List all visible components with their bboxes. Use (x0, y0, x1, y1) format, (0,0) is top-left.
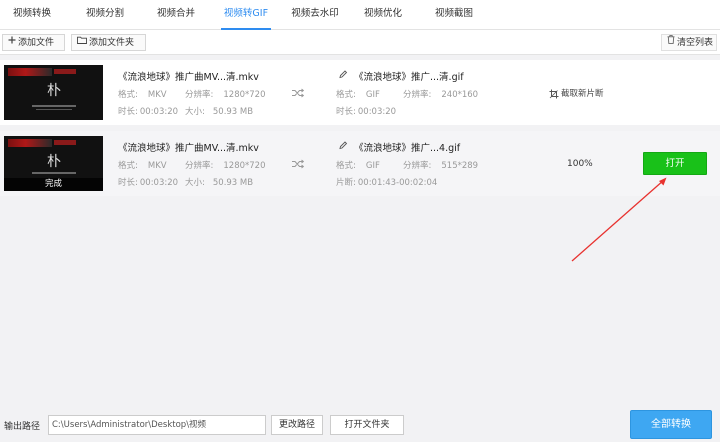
convert-all-button[interactable]: 全部转换 (630, 410, 712, 439)
thumbnail-caption-line (32, 105, 76, 107)
resolution-label: 分辨率: (185, 90, 214, 100)
status-badge: 完成 (4, 178, 103, 191)
format-value: GIF (365, 161, 380, 171)
size-value: 50.93 MB (212, 107, 254, 117)
thumbnail-calligraphy: 朴 (47, 154, 61, 170)
shuffle-icon (292, 159, 304, 169)
resolution-value: 515*289 (441, 161, 479, 171)
tab-video-convert[interactable]: 视频转换 (8, 0, 56, 30)
clip-new-segment-label: 截取新片断 (561, 89, 604, 99)
duration-value: 00:03:20 (139, 178, 179, 188)
progress-percent: 100% (567, 159, 593, 169)
open-button[interactable]: 打开 (643, 152, 707, 175)
source-format: 格式: MKV (118, 159, 167, 171)
file-row[interactable]: 朴 《流浪地球》推广曲MV...清.mkv 格式: MKV 分辨率: 1280*72… (0, 60, 720, 125)
output-duration: 时长: 00:03:20 (336, 105, 396, 117)
tab-bar: 视频转换 视频分割 视频合并 视频转GIF 视频去水印 视频优化 视频截图 (0, 0, 720, 30)
trash-icon (667, 35, 675, 50)
format-value: MKV (147, 90, 167, 100)
format-value: MKV (147, 161, 167, 171)
plus-icon (8, 35, 16, 50)
clip-value: 00:01:43-00:02:04 (357, 178, 438, 188)
source-duration: 时长: 00:03:20 (118, 105, 178, 117)
output-format: 格式: GIF (336, 159, 380, 171)
video-thumbnail: 朴 完成 (4, 136, 103, 191)
thumbnail-calligraphy: 朴 (47, 83, 61, 99)
clip-label: 片断: (336, 178, 356, 188)
format-label: 格式: (118, 161, 138, 171)
output-path-input[interactable]: C:\Users\Administrator\Desktop\视频 (48, 415, 266, 435)
output-file-name[interactable]: 《流浪地球》推广...4.gif (354, 140, 460, 154)
open-folder-button[interactable]: 打开文件夹 (330, 415, 404, 435)
tab-video-remove-watermark[interactable]: 视频去水印 (287, 0, 343, 30)
format-value: GIF (365, 90, 380, 100)
source-duration: 时长: 00:03:20 (118, 176, 178, 188)
add-file-button[interactable]: 添加文件 (2, 34, 65, 51)
output-path-label: 输出路径 (4, 422, 41, 432)
thumbnail-logo-accent (54, 69, 76, 74)
format-label: 格式: (336, 90, 356, 100)
source-file-name: 《流浪地球》推广曲MV...清.mkv (118, 72, 259, 83)
crop-icon (549, 89, 559, 98)
thumbnail-logo-accent (54, 140, 76, 145)
tab-video-merge[interactable]: 视频合并 (151, 0, 201, 30)
add-file-label: 添加文件 (18, 38, 55, 48)
source-size: 大小: 50.93 MB (185, 105, 253, 117)
resolution-value: 1280*720 (223, 90, 266, 100)
source-resolution: 分辨率: 1280*720 (185, 159, 265, 171)
source-format: 格式: MKV (118, 88, 167, 100)
thumbnail-logo (8, 68, 52, 76)
resolution-label: 分辨率: (403, 161, 432, 171)
thumbnail-logo (8, 139, 52, 147)
thumbnail-caption-line (36, 109, 72, 110)
resolution-value: 240*160 (441, 90, 479, 100)
source-resolution: 分辨率: 1280*720 (185, 88, 265, 100)
file-row[interactable]: 朴 完成 《流浪地球》推广曲MV...清.mkv 格式: MKV 分辨率: 1280… (0, 131, 720, 196)
clear-list-label: 清空列表 (677, 38, 714, 48)
format-label: 格式: (118, 90, 138, 100)
duration-label: 时长: (336, 107, 356, 117)
tab-video-screenshot[interactable]: 视频截图 (431, 0, 477, 30)
output-clip: 片断: 00:01:43-00:02:04 (336, 176, 437, 188)
video-thumbnail: 朴 (4, 65, 103, 120)
size-label: 大小: (185, 107, 205, 117)
size-value: 50.93 MB (212, 178, 254, 188)
tab-video-to-gif[interactable]: 视频转GIF (219, 0, 273, 30)
clear-list-button[interactable]: 清空列表 (661, 34, 717, 51)
duration-value: 00:03:20 (139, 107, 179, 117)
shuffle-icon (292, 88, 304, 98)
output-resolution: 分辨率: 240*160 (403, 88, 478, 100)
pencil-icon[interactable] (338, 140, 348, 150)
resolution-label: 分辨率: (403, 90, 432, 100)
resolution-label: 分辨率: (185, 161, 214, 171)
source-file-name: 《流浪地球》推广曲MV...清.mkv (118, 143, 259, 154)
tab-video-split[interactable]: 视频分割 (80, 0, 130, 30)
clip-new-segment-button[interactable]: 截取新片断 (549, 87, 604, 99)
source-size: 大小: 50.93 MB (185, 176, 253, 188)
format-label: 格式: (336, 161, 356, 171)
add-folder-button[interactable]: 添加文件夹 (71, 34, 146, 51)
size-label: 大小: (185, 178, 205, 188)
output-file-name[interactable]: 《流浪地球》推广...清.gif (354, 69, 464, 83)
duration-value: 00:03:20 (357, 107, 397, 117)
pencil-icon[interactable] (338, 69, 348, 79)
output-format: 格式: GIF (336, 88, 380, 100)
duration-label: 时长: (118, 178, 138, 188)
resolution-value: 1280*720 (223, 161, 266, 171)
thumbnail-caption-line (32, 172, 76, 174)
folder-icon (77, 35, 87, 50)
add-folder-label: 添加文件夹 (89, 38, 135, 48)
toolbar: 添加文件 添加文件夹 清空列表 (0, 30, 720, 55)
bottom-bar: 输出路径 C:\Users\Administrator\Desktop\视频 更… (0, 405, 720, 442)
tab-video-optimize[interactable]: 视频优化 (360, 0, 406, 30)
output-resolution: 分辨率: 515*289 (403, 159, 478, 171)
change-path-button[interactable]: 更改路径 (271, 415, 323, 435)
duration-label: 时长: (118, 107, 138, 117)
